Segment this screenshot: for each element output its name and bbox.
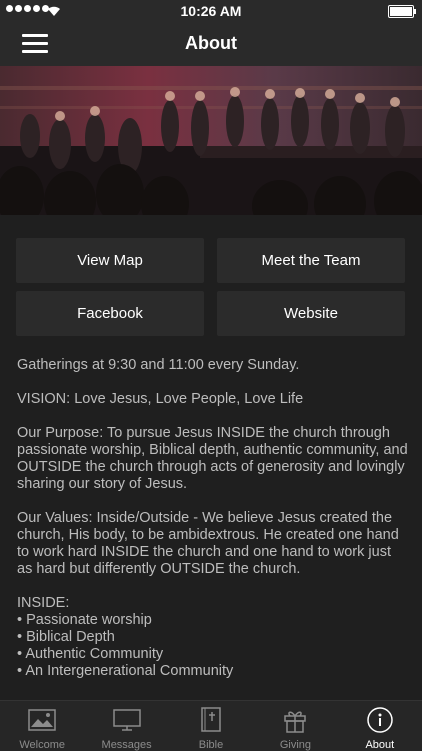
monitor-icon [112,707,141,733]
nav-bar: About [0,22,422,66]
vision-text: VISION: Love Jesus, Love People, Love Li… [17,391,304,407]
list-item: Passionate worship [17,612,409,629]
tab-label: Messages [101,739,152,751]
tab-about[interactable]: About [338,701,422,751]
list-item: Biblical Depth [17,629,409,646]
view-map-button[interactable]: View Map [16,238,204,283]
tab-label: About [365,739,395,751]
tab-label: Welcome [19,739,66,751]
tab-messages[interactable]: Messages [84,701,168,751]
bible-icon [200,707,222,733]
tab-bible[interactable]: Bible [169,701,253,751]
hero-photo [0,66,422,215]
tab-bar: Welcome Messages Bible Giving About [0,700,422,751]
page-title: About [185,33,237,53]
inside-heading: INSIDE: [17,595,70,611]
gatherings-text: Gatherings at 9:30 and 11:00 every Sunda… [17,357,300,373]
tab-label: Bible [198,739,224,751]
tab-label: Giving [279,739,312,751]
battery-icon [388,5,416,18]
facebook-button[interactable]: Facebook [16,291,204,336]
about-content: Gatherings at 9:30 and 11:00 every Sunda… [17,357,409,680]
image-icon [28,707,56,733]
status-time: 10:26 AM [180,3,242,19]
website-button[interactable]: Website [217,291,405,336]
info-icon [367,707,393,733]
purpose-text: Our Purpose: To pursue Jesus INSIDE the … [17,425,408,492]
list-item: Authentic Community [17,646,409,663]
tab-welcome[interactable]: Welcome [0,701,84,751]
worship-gathering-photo [0,66,422,215]
list-item: An Intergenerational Community [17,663,409,680]
meet-the-team-button[interactable]: Meet the Team [217,238,405,283]
values-text: Our Values: Inside/Outside - We believe … [17,510,399,577]
tab-giving[interactable]: Giving [253,701,337,751]
gift-icon [283,707,307,733]
status-bar: 10:26 AM [0,0,422,22]
inside-list: Passionate worship Biblical Depth Authen… [17,612,409,680]
